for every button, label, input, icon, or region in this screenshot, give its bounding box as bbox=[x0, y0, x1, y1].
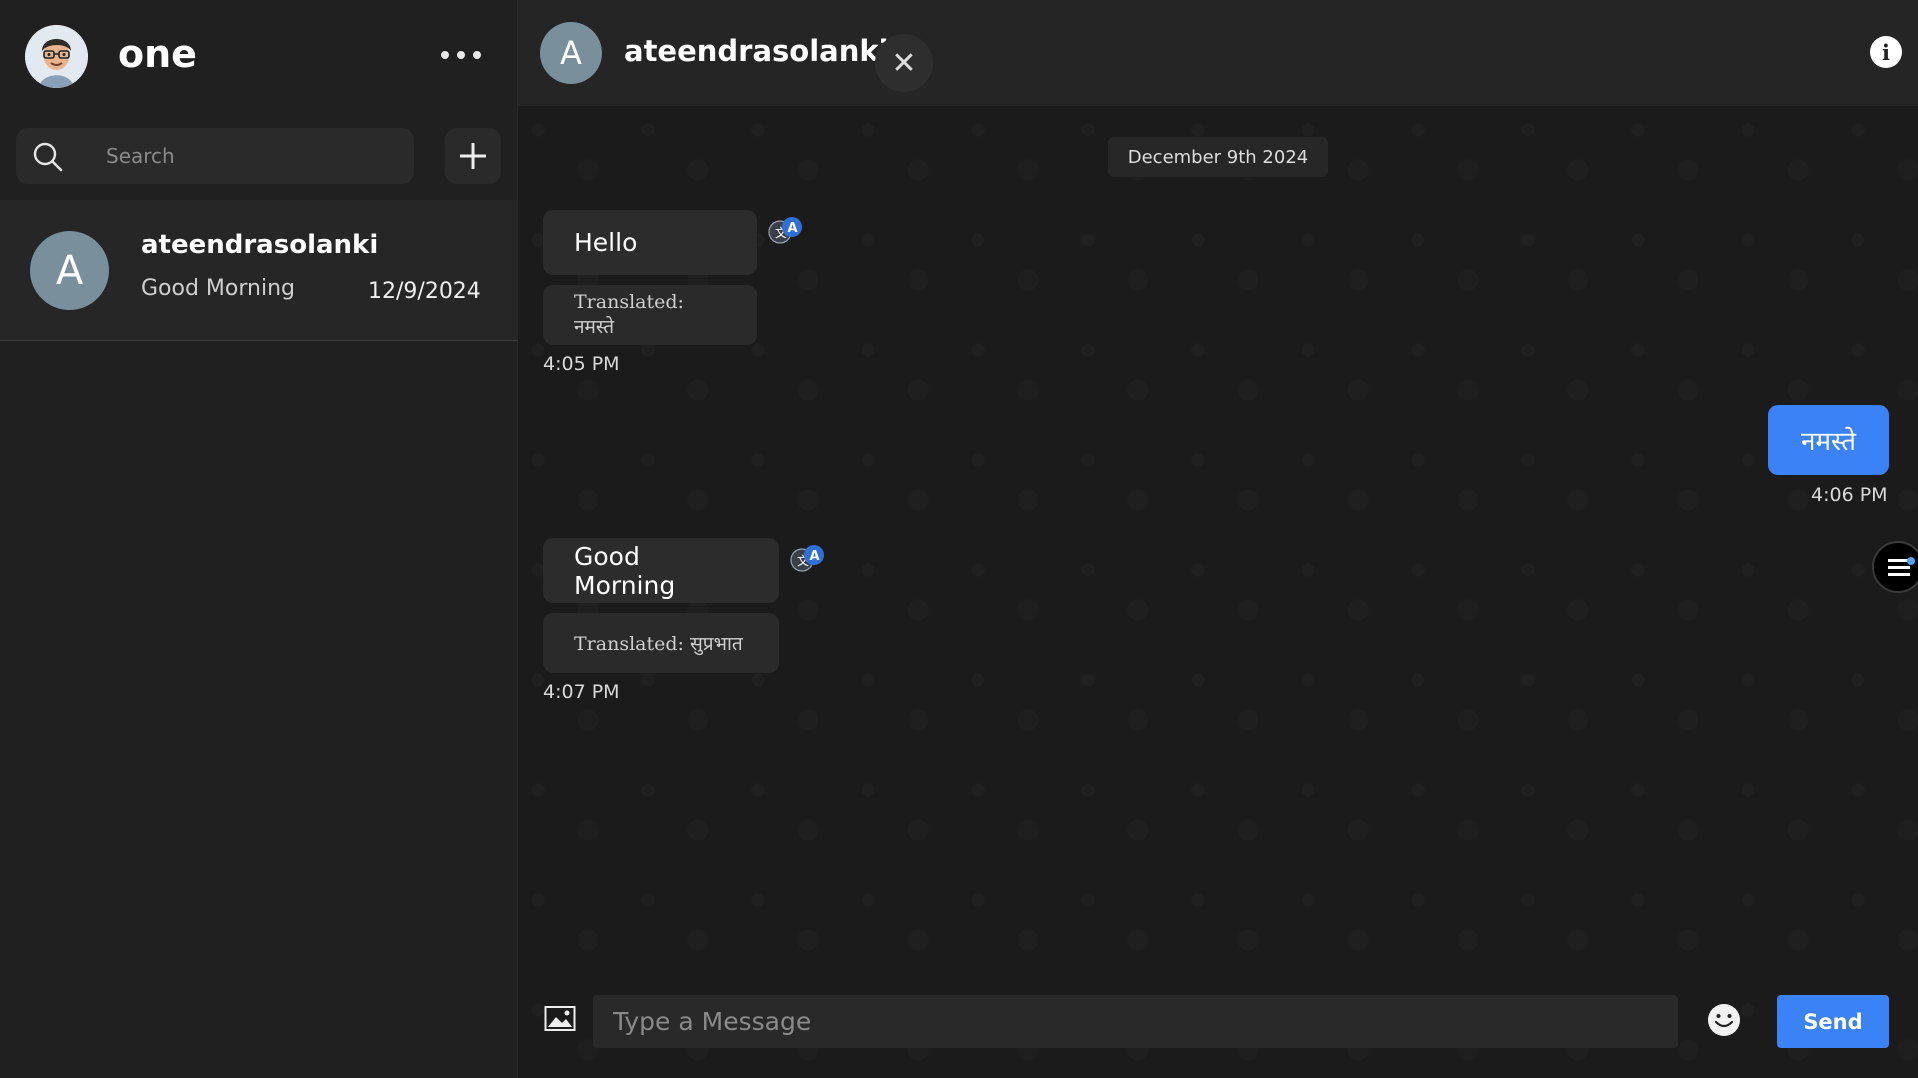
menu-button[interactable] bbox=[1872, 541, 1918, 593]
send-button[interactable]: Send bbox=[1777, 995, 1889, 1048]
notification-dot bbox=[1907, 557, 1915, 565]
menu-icon bbox=[1888, 566, 1910, 569]
search-input[interactable] bbox=[106, 136, 396, 176]
incoming-message: Hello bbox=[543, 210, 757, 275]
chat-list-item[interactable]: A ateendrasolanki Good Morning 12/9/2024 bbox=[0, 200, 518, 341]
translation-box: Translated: सुप्रभात bbox=[543, 613, 779, 673]
message-time: 4:06 PM bbox=[1811, 484, 1888, 506]
chat-header-name: ateendrasolanki bbox=[624, 34, 889, 68]
more-icon bbox=[457, 51, 465, 59]
incoming-message: Good Morning bbox=[543, 538, 779, 603]
info-icon[interactable]: i bbox=[1870, 36, 1902, 68]
profile-avatar[interactable] bbox=[25, 25, 88, 88]
emoji-icon[interactable] bbox=[1706, 1002, 1742, 1038]
more-icon bbox=[473, 51, 481, 59]
more-options-button[interactable] bbox=[441, 40, 481, 70]
image-icon[interactable] bbox=[544, 1005, 576, 1033]
translate-icon[interactable]: 文 A bbox=[789, 542, 827, 576]
sidebar-header: one bbox=[0, 0, 517, 112]
more-icon bbox=[441, 51, 449, 59]
chat-item-date: 12/9/2024 bbox=[368, 279, 481, 304]
message-time: 4:05 PM bbox=[543, 353, 620, 375]
chat-header-avatar[interactable]: A bbox=[540, 22, 602, 84]
memoji-icon bbox=[25, 25, 88, 88]
search-icon bbox=[33, 142, 63, 172]
chat-panel: A ateendrasolanki ✕ i December 9th 2024 … bbox=[518, 0, 1918, 1078]
chat-header: A ateendrasolanki ✕ i bbox=[518, 0, 1918, 106]
close-icon[interactable]: ✕ bbox=[875, 34, 933, 92]
translate-icon[interactable]: 文 A bbox=[767, 214, 805, 248]
menu-icon bbox=[1888, 573, 1910, 576]
app-window: one A ateendrasolanki Good Morning 12/9/… bbox=[0, 0, 1918, 1078]
message-time: 4:07 PM bbox=[543, 681, 620, 703]
message-input[interactable] bbox=[593, 995, 1678, 1048]
contact-avatar: A bbox=[30, 231, 109, 310]
outgoing-message: नमस्ते bbox=[1768, 405, 1889, 475]
date-divider: December 9th 2024 bbox=[1108, 137, 1328, 177]
chat-item-name: ateendrasolanki bbox=[141, 230, 379, 260]
sidebar: one A ateendrasolanki Good Morning 12/9/… bbox=[0, 0, 518, 1078]
chat-item-preview: Good Morning bbox=[141, 276, 295, 301]
svg-text:A: A bbox=[788, 221, 798, 236]
profile-name: one bbox=[118, 32, 197, 76]
translation-box: Translated: नमस्ते bbox=[543, 285, 757, 345]
new-chat-button[interactable] bbox=[445, 128, 501, 184]
search-box bbox=[16, 128, 414, 184]
svg-text:A: A bbox=[810, 549, 820, 564]
